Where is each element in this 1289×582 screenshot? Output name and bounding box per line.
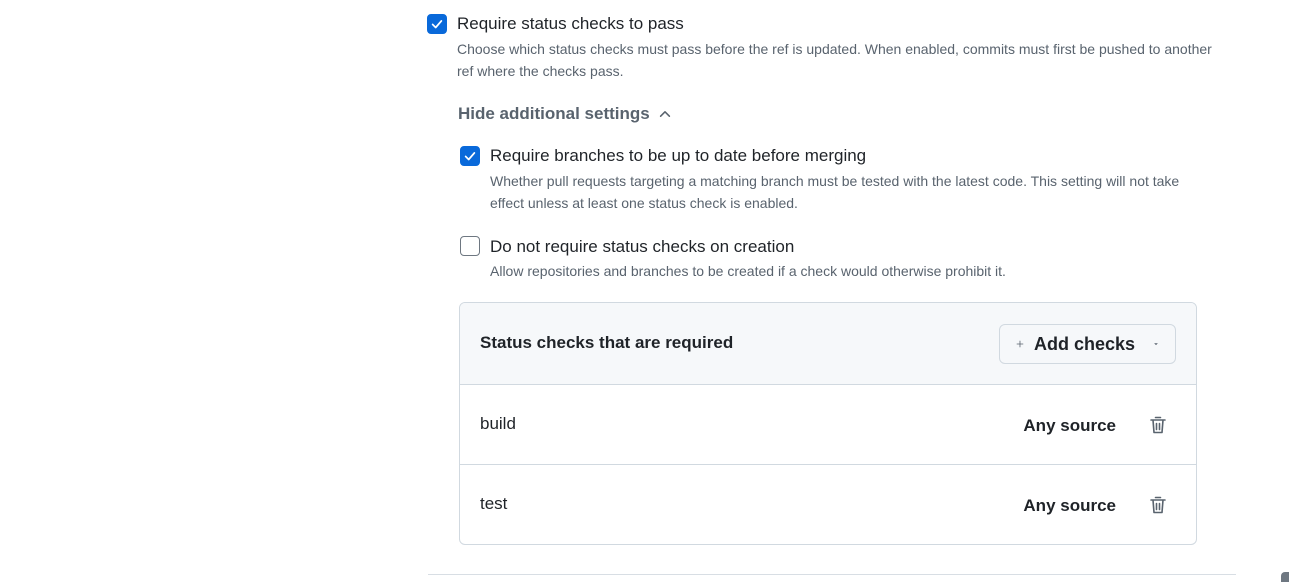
plus-icon xyxy=(1016,340,1024,348)
not-on-creation-label: Do not require status checks on creation xyxy=(490,237,795,256)
required-checks-title: Status checks that are required xyxy=(480,333,734,352)
chevron-up-icon xyxy=(659,111,670,117)
check-source: Any source xyxy=(1023,416,1116,435)
add-checks-label: Add checks xyxy=(1033,333,1136,354)
check-name: build xyxy=(480,414,516,433)
not-on-creation-description: Allow repositories and branches to be cr… xyxy=(490,263,1006,279)
not-on-creation-checkbox[interactable] xyxy=(460,236,480,256)
status-checks-checkbox[interactable] xyxy=(427,14,447,34)
caret-down-icon xyxy=(1154,343,1158,346)
check-source: Any source xyxy=(1023,496,1116,515)
check-name: test xyxy=(480,494,508,513)
up-to-date-checkbox[interactable] xyxy=(460,146,480,166)
required-checks-panel: Status checks that are required Add chec… xyxy=(459,302,1197,545)
up-to-date-description: Whether pull requests targeting a matchi… xyxy=(490,173,1180,211)
branch-protection-settings: Require status checks to pass Choose whi… xyxy=(0,0,1289,582)
status-checks-label: Require status checks to pass xyxy=(457,14,684,33)
required-checks-header: Status checks that are required Add chec… xyxy=(460,303,1196,385)
hide-additional-settings-label: Hide additional settings xyxy=(458,104,650,123)
scrollbar-thumb[interactable] xyxy=(1281,572,1289,582)
up-to-date-label: Require branches to be up to date before… xyxy=(490,146,867,165)
table-row: build Any source xyxy=(460,384,1196,465)
add-checks-button[interactable]: Add checks xyxy=(999,324,1176,364)
check-icon xyxy=(464,152,476,161)
trash-icon[interactable] xyxy=(1146,413,1170,437)
trash-icon[interactable] xyxy=(1146,493,1170,517)
table-row: test Any source xyxy=(460,464,1196,544)
hide-additional-settings-toggle[interactable]: Hide additional settings xyxy=(458,101,672,127)
check-icon xyxy=(431,20,443,29)
status-checks-description: Choose which status checks must pass bef… xyxy=(457,41,1212,79)
section-divider xyxy=(428,574,1236,575)
